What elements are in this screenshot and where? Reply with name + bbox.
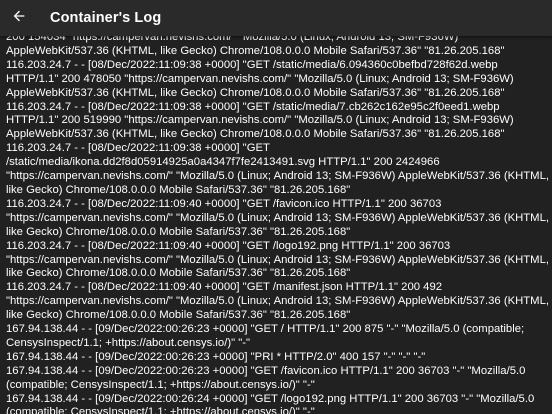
log-list: 200 154034 "https://campervan.nevishs.co… xyxy=(0,31,552,414)
log-line: 116.203.24.7 - - [08/Dec/2022:11:09:38 +… xyxy=(6,58,517,99)
log-line: 167.94.138.44 - - [09/Dec/2022:00:26:24 … xyxy=(6,392,538,414)
arrow-left-icon xyxy=(11,8,27,29)
log-line: 116.203.24.7 - - [08/Dec/2022:11:09:40 +… xyxy=(6,197,552,238)
log-line: 167.94.138.44 - - [09/Dec/2022:00:26:23 … xyxy=(6,350,426,363)
log-scroll-area[interactable]: 200 154034 "https://campervan.nevishs.co… xyxy=(0,31,552,414)
log-line: 167.94.138.44 - - [09/Dec/2022:00:26:23 … xyxy=(6,364,529,391)
log-line: 116.203.24.7 - - [08/Dec/2022:11:09:40 +… xyxy=(6,281,552,322)
back-button[interactable] xyxy=(2,0,36,36)
log-screen: 200 154034 "https://campervan.nevishs.co… xyxy=(0,0,552,414)
app-bar: Container's Log xyxy=(0,0,552,36)
log-line: 116.203.24.7 - - [08/Dec/2022:11:09:38 +… xyxy=(6,100,517,141)
log-line: 116.203.24.7 - - [08/Dec/2022:11:09:38 +… xyxy=(6,142,552,196)
log-line: 116.203.24.7 - - [08/Dec/2022:11:09:40 +… xyxy=(6,239,552,280)
log-line: 167.94.138.44 - - [09/Dec/2022:00:26:23 … xyxy=(6,323,528,349)
page-title: Container's Log xyxy=(50,10,162,26)
